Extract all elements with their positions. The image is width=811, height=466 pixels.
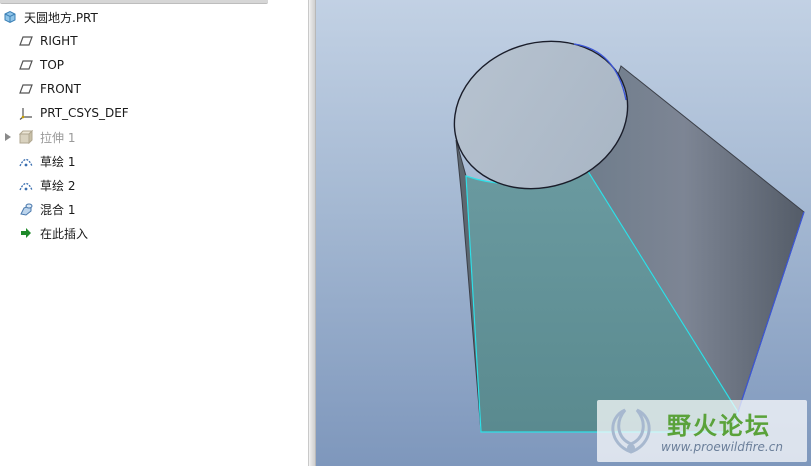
datum-plane-icon [18, 81, 34, 97]
tree-item-right[interactable]: RIGHT [18, 29, 308, 53]
tree-root-part[interactable]: 天圆地方.PRT [0, 5, 300, 29]
watermark-url: www.proewildfire.cn [661, 440, 783, 454]
insert-here-arrow-icon [18, 225, 34, 241]
forum-watermark: 野火论坛 www.proewildfire.cn [597, 400, 807, 462]
tree-item-csys[interactable]: PRT_CSYS_DEF [18, 101, 308, 125]
sketch-icon [18, 177, 34, 193]
panel-splitter[interactable] [308, 0, 316, 466]
tree-item-label: PRT_CSYS_DEF [40, 106, 129, 120]
tree-item-sketch-2[interactable]: 草绘 2 [18, 173, 308, 197]
extrude-icon [18, 129, 34, 145]
coordinate-system-icon [18, 105, 34, 121]
tree-item-label: FRONT [40, 82, 81, 96]
part-icon [2, 9, 18, 25]
tree-item-extrude[interactable]: 拉伸 1 [2, 125, 302, 149]
tree-item-top[interactable]: TOP [18, 53, 308, 77]
expand-arrow-icon[interactable] [2, 125, 14, 149]
tree-item-insert-here[interactable]: 在此插入 [18, 221, 308, 245]
tree-item-label: TOP [40, 58, 65, 72]
model-tree-panel: 天圆地方.PRT RIGHT TOP FRONT PRT_CSYS_DEF 拉伸… [0, 0, 308, 466]
tree-item-sketch-1[interactable]: 草绘 1 [18, 149, 308, 173]
tree-scrollbar-strip[interactable] [0, 0, 268, 4]
watermark-title: 野火论坛 [667, 412, 771, 440]
blend-icon [18, 201, 34, 217]
tree-item-label: 在此插入 [40, 226, 89, 241]
graphics-viewport[interactable]: 野火论坛 www.proewildfire.cn [316, 0, 811, 466]
tree-item-label: 混合 1 [40, 202, 76, 217]
tree-item-front[interactable]: FRONT [18, 77, 308, 101]
tree-root-label: 天圆地方.PRT [24, 10, 98, 25]
tree-item-blend[interactable]: 混合 1 [18, 197, 308, 221]
datum-plane-icon [18, 33, 34, 49]
datum-plane-icon [18, 57, 34, 73]
tree-item-label: 草绘 1 [40, 154, 76, 169]
blend-solid-model[interactable] [316, 0, 811, 466]
watermark-logo-icon [611, 408, 651, 454]
tree-item-label: 草绘 2 [40, 178, 76, 193]
sketch-icon [18, 153, 34, 169]
tree-item-label: 拉伸 1 [40, 130, 76, 145]
tree-item-label: RIGHT [40, 34, 78, 48]
